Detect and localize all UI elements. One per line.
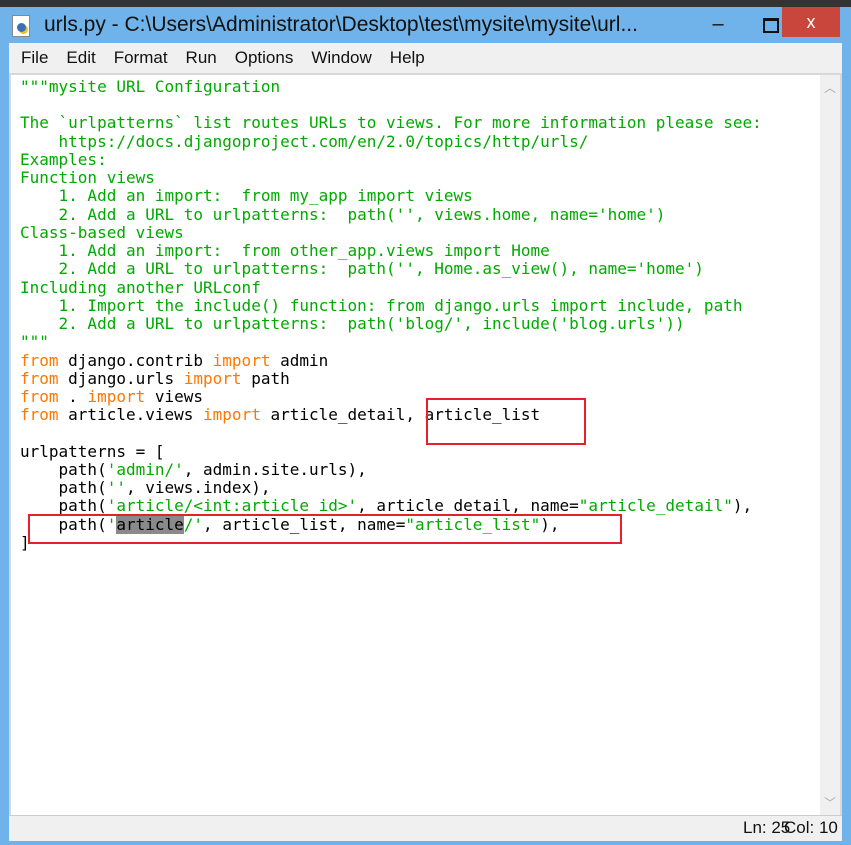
code-line: urlpatterns = [ [20, 441, 762, 461]
code-token: path( [20, 496, 107, 516]
string-token: """mysite URL Configuration [20, 77, 281, 96]
code-line: The `urlpatterns` list routes URLs to vi… [20, 114, 762, 132]
code-token: . [58, 386, 88, 406]
string-token: https://docs.djangoproject.com/en/2.0/to… [20, 131, 589, 151]
keyword-token: import [183, 368, 242, 388]
code-token: path [241, 368, 290, 388]
keyword-token: import [87, 386, 146, 406]
string-token: 2. Add a URL to urlpatterns: path('', vi… [20, 204, 666, 224]
code-line: 1. Add an import: from other_app.views i… [20, 241, 762, 261]
string-token: 1. Add an import: from my_app import vie… [20, 186, 473, 206]
code-token: path( [20, 478, 107, 498]
code-line: 2. Add a URL to urlpatterns: path('', Ho… [20, 260, 762, 278]
menu-file[interactable]: File [21, 48, 48, 68]
menu-format[interactable]: Format [114, 48, 168, 68]
string-token: Class-based views [20, 222, 184, 242]
code-token: , views.index), [125, 478, 271, 498]
string-token: 'article/<int:article_id>' [106, 496, 358, 516]
keyword-token: from [20, 405, 59, 425]
code-line: 1. Add an import: from my_app import vie… [20, 187, 762, 205]
code-line: Function views [20, 169, 762, 187]
string-token: The `urlpatterns` list routes URLs to vi… [20, 113, 762, 133]
string-token: 2. Add a URL to urlpatterns: path('', Ho… [20, 259, 704, 279]
code-line: Including another URLconf [20, 277, 762, 297]
status-bar: Ln: 25 Col: 10 [9, 815, 842, 841]
string-token: """ [20, 332, 49, 352]
code-token: urlpatterns = [ [20, 441, 165, 461]
code-line: """ [20, 333, 762, 351]
highlight-box-path [28, 514, 622, 544]
keyword-token: from [20, 368, 59, 388]
scroll-up-icon[interactable]: ︿ [823, 79, 837, 96]
code-line: 2. Add a URL to urlpatterns: path('', vi… [20, 204, 762, 224]
menu-options[interactable]: Options [235, 48, 294, 68]
code-line: from article.views import article_detail… [20, 406, 762, 424]
keyword-token: import [203, 405, 261, 425]
menu-help[interactable]: Help [390, 48, 425, 68]
code-line: from django.urls import path [20, 368, 762, 388]
keyword-token: import [212, 350, 271, 370]
python-file-icon [12, 15, 30, 37]
code-token: path( [20, 459, 107, 479]
scroll-down-icon[interactable]: ﹀ [823, 794, 837, 811]
code-line: path('article/<int:article_id>', article… [20, 497, 762, 515]
minimize-button[interactable]: – [706, 13, 730, 35]
column-number: Col: 10 [784, 818, 838, 837]
vertical-scrollbar[interactable]: ︿ ﹀ [820, 75, 840, 815]
code-line: path('admin/', admin.site.urls), [20, 459, 762, 479]
string-token: Examples: [20, 149, 107, 169]
string-token: Including another URLconf [20, 277, 261, 297]
menu-bar: File Edit Format Run Options Window Help [9, 43, 842, 73]
keyword-token: from [20, 386, 59, 406]
code-line: 1. Import the include() function: from d… [20, 295, 762, 315]
string-token: 1. Import the include() function: from d… [20, 295, 743, 315]
string-token: 2. Add a URL to urlpatterns: path('blog/… [20, 314, 685, 334]
string-token: 'admin/' [106, 459, 184, 479]
code-token: views [145, 386, 204, 406]
code-line: https://docs.djangoproject.com/en/2.0/to… [20, 131, 762, 151]
code-line: Examples: [20, 149, 762, 169]
window-title: urls.py - C:\Users\Administrator\Desktop… [44, 13, 638, 36]
code-token: article.views [58, 405, 204, 425]
code-line: from django.contrib import admin [20, 350, 762, 370]
maximize-button[interactable] [758, 13, 782, 35]
string-token: "article_detail" [578, 496, 733, 516]
close-button[interactable]: x [782, 7, 840, 37]
code-line: path('', views.index), [20, 479, 762, 497]
keyword-token: from [20, 350, 59, 370]
menu-edit[interactable]: Edit [66, 48, 95, 68]
code-token: django.contrib [58, 350, 213, 370]
code-token: ), [732, 496, 753, 516]
title-bar[interactable]: urls.py - C:\Users\Administrator\Desktop… [0, 7, 851, 41]
menu-run[interactable]: Run [186, 48, 217, 68]
code-token: , article_detail, name= [357, 496, 579, 516]
code-line: from . import views [20, 386, 762, 406]
highlight-box-import [426, 398, 586, 445]
menu-window[interactable]: Window [311, 48, 371, 68]
code-line: Class-based views [20, 222, 762, 242]
code-token: django.urls [58, 368, 184, 388]
code-token: , admin.site.urls), [183, 459, 367, 479]
string-token: Function views [20, 168, 155, 188]
string-token: '' [106, 478, 126, 498]
string-token: 1. Add an import: from other_app.views i… [20, 241, 550, 261]
code-line: """mysite URL Configuration [20, 77, 762, 96]
code-line: 2. Add a URL to urlpatterns: path('blog/… [20, 314, 762, 334]
code-text[interactable]: """mysite URL Configuration The `urlpatt… [20, 77, 762, 552]
background-strip [0, 0, 851, 7]
code-token: admin [270, 350, 329, 370]
